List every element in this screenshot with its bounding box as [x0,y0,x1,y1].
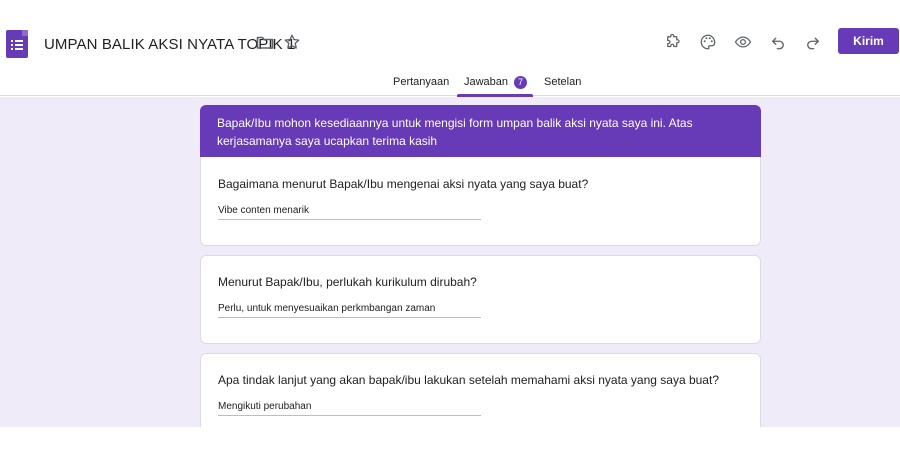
preview-icon[interactable] [732,31,754,53]
question-card: Menurut Bapak/Ibu, perlukah kurikulum di… [200,255,761,344]
tab-questions[interactable]: Pertanyaan [393,76,449,88]
answer-text: Perlu, untuk menyesuaikan perkmbangan za… [218,303,481,318]
top-bar: UMPAN BALIK AKSI NYATA TOPIK 1 Kirim Per… [0,0,900,97]
palette-icon[interactable] [697,31,719,53]
question-text: Apa tindak lanjut yang akan bapak/ibu la… [218,373,719,387]
responses-area: Bapak/Ibu mohon kesediaannya untuk mengi… [0,97,900,427]
form-description: Bapak/Ibu mohon kesediaannya untuk mengi… [200,105,761,157]
tab-responses[interactable]: Jawaban 7 [464,76,528,89]
undo-icon[interactable] [767,31,789,53]
answer-text: Mengikuti perubahan [218,401,481,416]
tab-responses-label: Jawaban [464,76,509,88]
responses-count-badge: 7 [514,76,528,89]
redo-icon[interactable] [802,31,824,53]
question-text: Menurut Bapak/Ibu, perlukah kurikulum di… [218,275,477,289]
question-card: Bagaimana menurut Bapak/Ibu mengenai aks… [200,157,761,246]
tab-bar: Pertanyaan Jawaban 7 Setelan [0,72,900,97]
answer-text: Vibe conten menarik [218,205,481,220]
send-button[interactable]: Kirim [838,28,899,54]
star-icon[interactable] [281,31,303,53]
bottom-blank-strip [0,427,900,450]
folder-icon[interactable] [254,31,276,53]
forms-app-icon[interactable] [6,30,28,58]
addon-icon[interactable] [662,31,684,53]
question-card: Apa tindak lanjut yang akan bapak/ibu la… [200,353,761,427]
tab-settings[interactable]: Setelan [544,76,581,88]
question-text: Bagaimana menurut Bapak/Ibu mengenai aks… [218,177,589,191]
